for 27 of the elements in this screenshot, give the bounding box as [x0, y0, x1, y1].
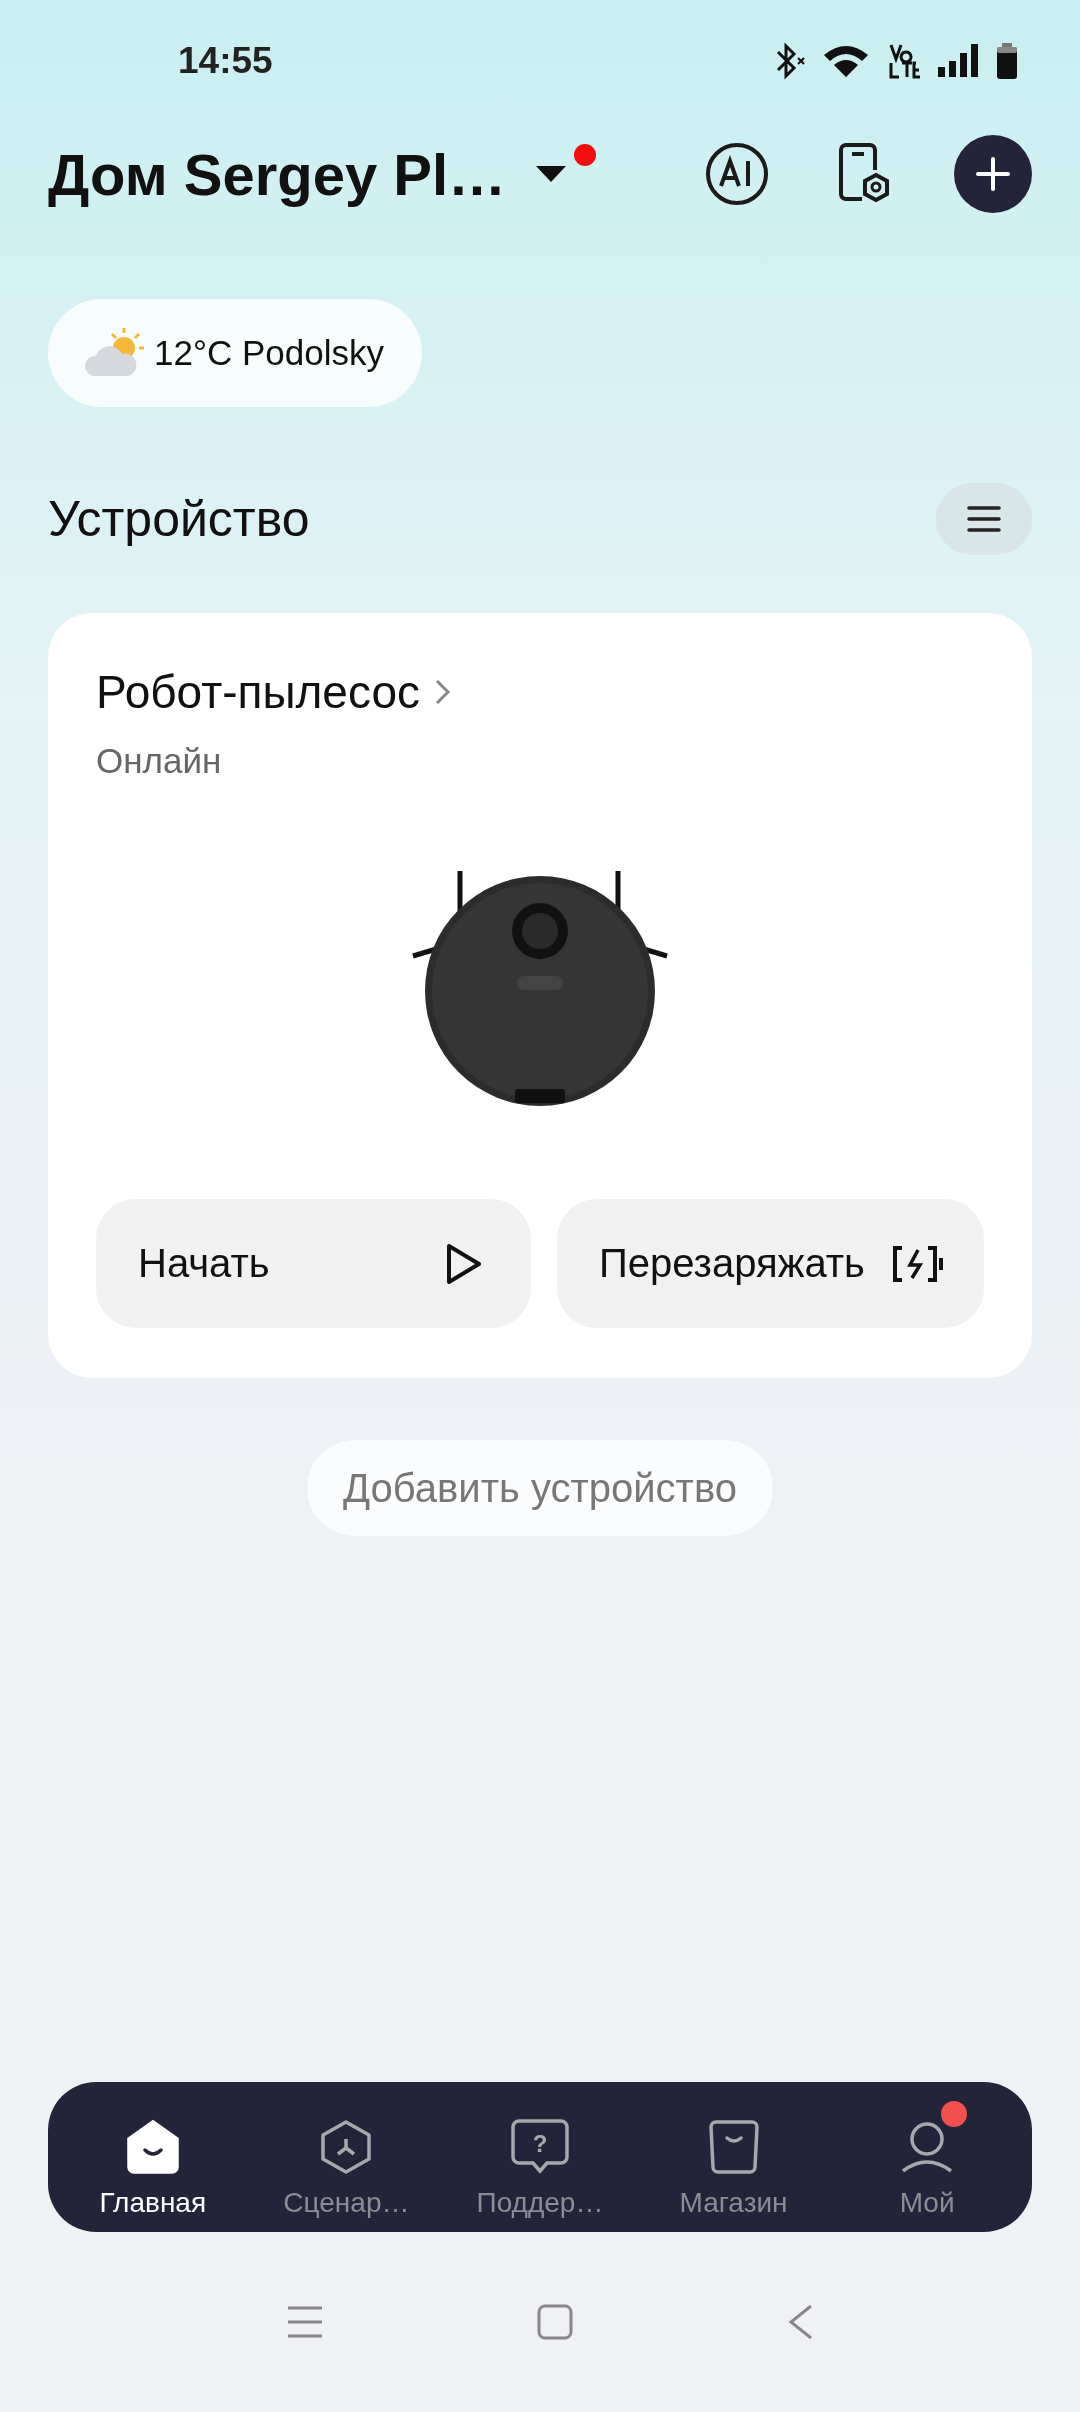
home-icon	[124, 2119, 181, 2175]
caret-icon[interactable]	[534, 164, 569, 184]
weather-chip[interactable]: 12°C Podolsky	[48, 299, 422, 407]
help-chat-icon: ?	[509, 2118, 571, 2176]
nav-tab[interactable]: Главная	[56, 2095, 250, 2219]
ai-icon[interactable]	[704, 141, 770, 207]
nav-tab[interactable]: Мой	[830, 2095, 1024, 2219]
device-status: Онлайн	[96, 741, 223, 781]
chevron-icon[interactable]	[434, 677, 453, 707]
home-square-icon[interactable]	[536, 2303, 574, 2341]
add-device-button[interactable]: Добавить устройство	[307, 1440, 773, 1536]
status-time: 14:55	[178, 40, 273, 82]
section-title: Устройство	[48, 490, 310, 548]
device-name[interactable]: Робот-пылесос	[96, 665, 421, 719]
weather-text: 12°C Podolsky	[154, 333, 384, 373]
nav-tab[interactable]: Магазин	[636, 2095, 831, 2219]
battery-charge-icon	[892, 1243, 944, 1284]
nav-tab[interactable]: Сценар…	[249, 2095, 444, 2219]
battery-icon	[996, 41, 1018, 81]
plus-icon	[975, 156, 1011, 192]
menu-icon	[967, 505, 1001, 533]
nav-tab[interactable]: ? Поддер…	[443, 2095, 637, 2219]
action-button[interactable]: Перезаряжать	[557, 1199, 984, 1328]
bluetooth-icon	[774, 41, 808, 81]
home-title[interactable]: Дом Sergey Pl…	[48, 140, 507, 208]
action-button[interactable]: Начать	[96, 1199, 531, 1328]
device-card[interactable]: Робот-пылесос Онлайн Начать Перезаряжать	[48, 613, 1032, 1378]
